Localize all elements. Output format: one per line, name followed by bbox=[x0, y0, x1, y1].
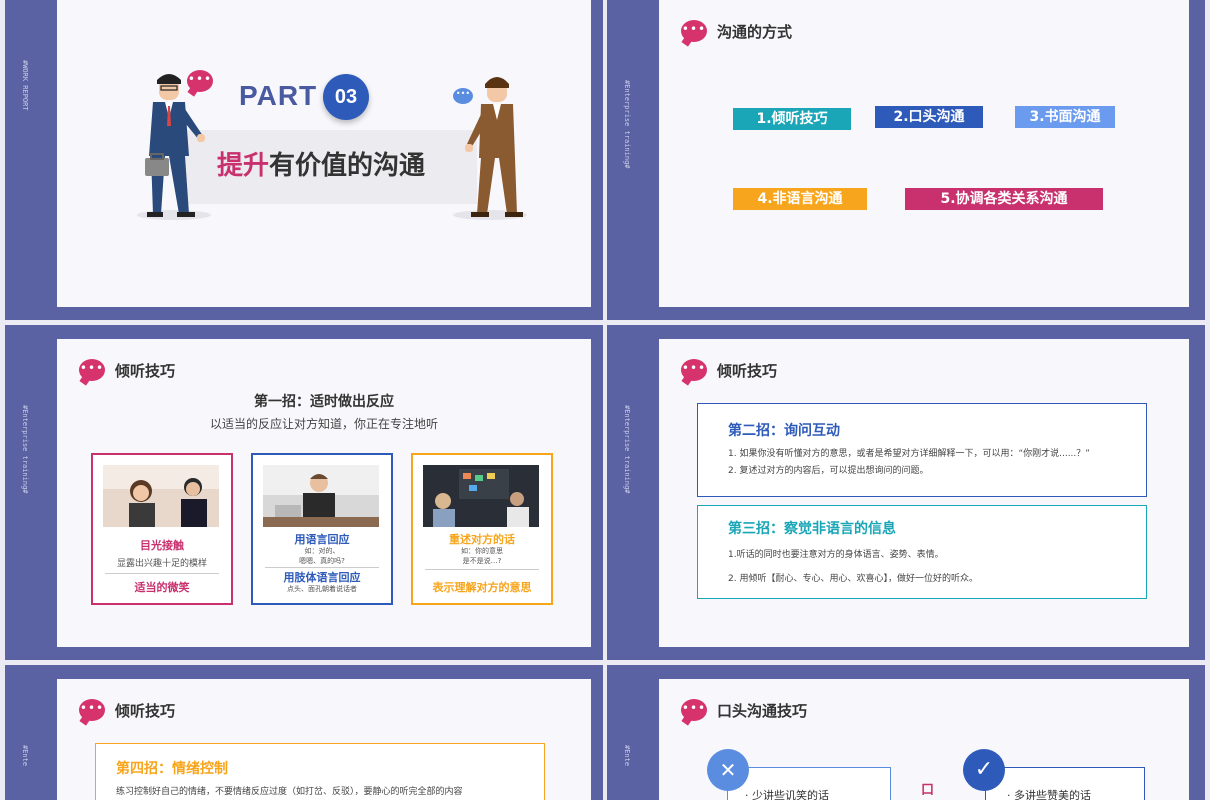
slide-content: ••• 倾听技巧 第二招：询问互动 1. 如果你没有听懂对方的意思，或者是希望对… bbox=[659, 339, 1189, 647]
tip-box-nonverbal: 第三招：察觉非语言的信息 1.听话的同时也要注意对方的身体语言、姿势、表情。 2… bbox=[697, 505, 1147, 599]
section-title-text: 倾听技巧 bbox=[115, 701, 176, 720]
section-title-text: 沟通的方式 bbox=[717, 22, 793, 41]
slide-title-rest: 有价值的沟通 bbox=[269, 151, 426, 181]
tip-box-line-1: 1. 如果你没有听懂对方的意思，或者是希望对方详细解释一下，可以用：“你刚才说.… bbox=[728, 449, 1090, 459]
slide-oral-skills: #Ente ••• 口头沟通技巧 ✕ · 少讲些讥笑的话 口 ✓ · 多讲些赞美… bbox=[607, 665, 1205, 800]
chat-bubble-blue-icon: ••• bbox=[453, 88, 473, 104]
section-title-text: 倾听技巧 bbox=[717, 361, 778, 380]
card-desc-2: 点头、面孔朝着说话者 bbox=[287, 585, 357, 593]
section-title-text: 口头沟通技巧 bbox=[717, 701, 808, 720]
side-text: #WORK REPORT bbox=[21, 60, 29, 111]
tip-subheading: 以适当的反应让对方知道，你正在专注地听 bbox=[209, 417, 438, 431]
part-label: PART bbox=[239, 80, 318, 111]
tip-box-title: 第四招：情绪控制 bbox=[116, 761, 228, 777]
photo-smiling-people bbox=[103, 465, 219, 527]
slide-part03: #WORK REPORT ••• ••• PART 03 提升有价值的沟通 bbox=[5, 0, 603, 320]
slide-title-accent: 提升 bbox=[217, 151, 270, 181]
part-number-badge: 03 bbox=[323, 74, 369, 120]
chat-bubble-icon: ••• bbox=[79, 359, 105, 381]
slide-listening-3: #Ente ••• 倾听技巧 第四招：情绪控制 练习控制好自己的情绪，不要情绪反… bbox=[5, 665, 603, 800]
card-title: 目光接触 bbox=[140, 539, 184, 552]
method-tag-listening: 1.倾听技巧 bbox=[733, 108, 851, 130]
chat-bubble-icon: ••• bbox=[681, 20, 707, 42]
card-title: 重述对方的话 bbox=[449, 533, 515, 546]
card-verbal-response: 用语言回应 如：对的、 嗯嗯、真的吗? 用肢体语言回应 点头、面孔朝着说话者 bbox=[251, 453, 393, 605]
section-title: ••• 倾听技巧 bbox=[79, 699, 175, 721]
section-title: ••• 口头沟通技巧 bbox=[681, 699, 807, 721]
section-title: ••• 倾听技巧 bbox=[681, 359, 777, 381]
side-text: #Ente bbox=[623, 745, 631, 767]
side-text: #Ente bbox=[21, 745, 29, 767]
slide-content: ••• 倾听技巧 第四招：情绪控制 练习控制好自己的情绪，不要情绪反应过度（如打… bbox=[57, 679, 591, 800]
card-divider bbox=[425, 569, 539, 570]
card-divider bbox=[105, 573, 219, 574]
tip-box-inquiry: 第二招：询问互动 1. 如果你没有听懂对方的意思，或者是希望对方详细解释一下，可… bbox=[697, 403, 1147, 497]
slide-methods: #Enterprise training# ••• 沟通的方式 1.倾听技巧 2… bbox=[607, 0, 1205, 320]
chat-bubble-pink-icon: ••• bbox=[187, 70, 213, 92]
oral-item-right: · 多讲些赞美的话 bbox=[1007, 789, 1091, 800]
tip-heading: 第一招：适时做出反应 bbox=[254, 394, 394, 410]
photo-man-at-laptop bbox=[263, 465, 379, 527]
side-text: #Enterprise training# bbox=[623, 80, 631, 169]
tip-box-line-1: 练习控制好自己的情绪，不要情绪反应过度（如打岔、反驳），要静心的听完全部的内容 bbox=[116, 787, 463, 797]
card-divider bbox=[265, 567, 379, 568]
card-desc: 显露出兴趣十足的模样 bbox=[116, 559, 207, 569]
card-desc: 如：你的意思 是不是说…? bbox=[461, 547, 503, 565]
card-title-2: 表示理解对方的意思 bbox=[432, 581, 532, 594]
tip-box-line-1: 1.听话的同时也要注意对方的身体语言、姿势、表情。 bbox=[728, 550, 944, 560]
side-text: #Enterprise training# bbox=[21, 405, 29, 494]
chat-bubble-icon: ••• bbox=[79, 699, 105, 721]
businessman-left-icon bbox=[145, 74, 205, 217]
slide-content: ••• 倾听技巧 第一招：适时做出反应 以适当的反应让对方知道，你正在专注地听 … bbox=[57, 339, 591, 647]
section-title-text: 倾听技巧 bbox=[115, 361, 176, 380]
slide-title: 提升有价值的沟通 bbox=[217, 145, 425, 182]
photo-meeting bbox=[423, 465, 539, 527]
section-title: ••• 沟通的方式 bbox=[681, 20, 792, 42]
center-char: 口 bbox=[921, 783, 935, 798]
card-eye-contact: 目光接触 显露出兴趣十足的模样 适当的微笑 bbox=[91, 453, 233, 605]
slide-content: ••• ••• PART 03 提升有价值的沟通 bbox=[57, 0, 591, 307]
side-text: #Enterprise training# bbox=[623, 405, 631, 494]
chat-bubble-icon: ••• bbox=[681, 699, 707, 721]
card-desc: 如：对的、 嗯嗯、真的吗? bbox=[299, 547, 345, 565]
method-tag-nonverbal: 4.非语言沟通 bbox=[733, 188, 867, 210]
slide-content: ••• 口头沟通技巧 ✕ · 少讲些讥笑的话 口 ✓ · 多讲些赞美的话 bbox=[659, 679, 1189, 800]
method-tag-oral: 2.口头沟通 bbox=[875, 106, 983, 128]
method-tag-written: 3.书面沟通 bbox=[1015, 106, 1115, 128]
card-restate: 重述对方的话 如：你的意思 是不是说…? 表示理解对方的意思 bbox=[411, 453, 553, 605]
chat-bubble-icon: ••• bbox=[681, 359, 707, 381]
slide-listening-2: #Enterprise training# ••• 倾听技巧 第二招：询问互动 … bbox=[607, 325, 1205, 660]
slide-content: ••• 沟通的方式 1.倾听技巧 2.口头沟通 3.书面沟通 4.非语言沟通 5… bbox=[659, 0, 1189, 307]
slide-listening-1: #Enterprise training# ••• 倾听技巧 第一招：适时做出反… bbox=[5, 325, 603, 660]
section-title: ••• 倾听技巧 bbox=[79, 359, 175, 381]
tip-box-title: 第二招：询问互动 bbox=[728, 423, 840, 439]
tip-box-emotion: 第四招：情绪控制 练习控制好自己的情绪，不要情绪反应过度（如打岔、反驳），要静心… bbox=[95, 743, 545, 800]
card-title: 用语言回应 bbox=[294, 533, 350, 546]
method-tag-relations: 5.协调各类关系沟通 bbox=[905, 188, 1103, 210]
tip-box-title: 第三招：察觉非语言的信息 bbox=[728, 521, 896, 537]
checkmark-icon: ✓ bbox=[963, 749, 1005, 791]
card-title-2: 用肢体语言回应 bbox=[283, 571, 361, 584]
tip-box-line-2: 2. 复述过对方的内容后，可以提出想询问的问题。 bbox=[728, 466, 929, 476]
no-mocking-icon: ✕ bbox=[707, 749, 749, 791]
card-title-2: 适当的微笑 bbox=[134, 581, 190, 594]
tip-box-line-2: 2. 用倾听【耐心、专心、用心、欢喜心】，做好一位好的听众。 bbox=[728, 574, 978, 584]
oral-item-left: · 少讲些讥笑的话 bbox=[745, 789, 829, 800]
